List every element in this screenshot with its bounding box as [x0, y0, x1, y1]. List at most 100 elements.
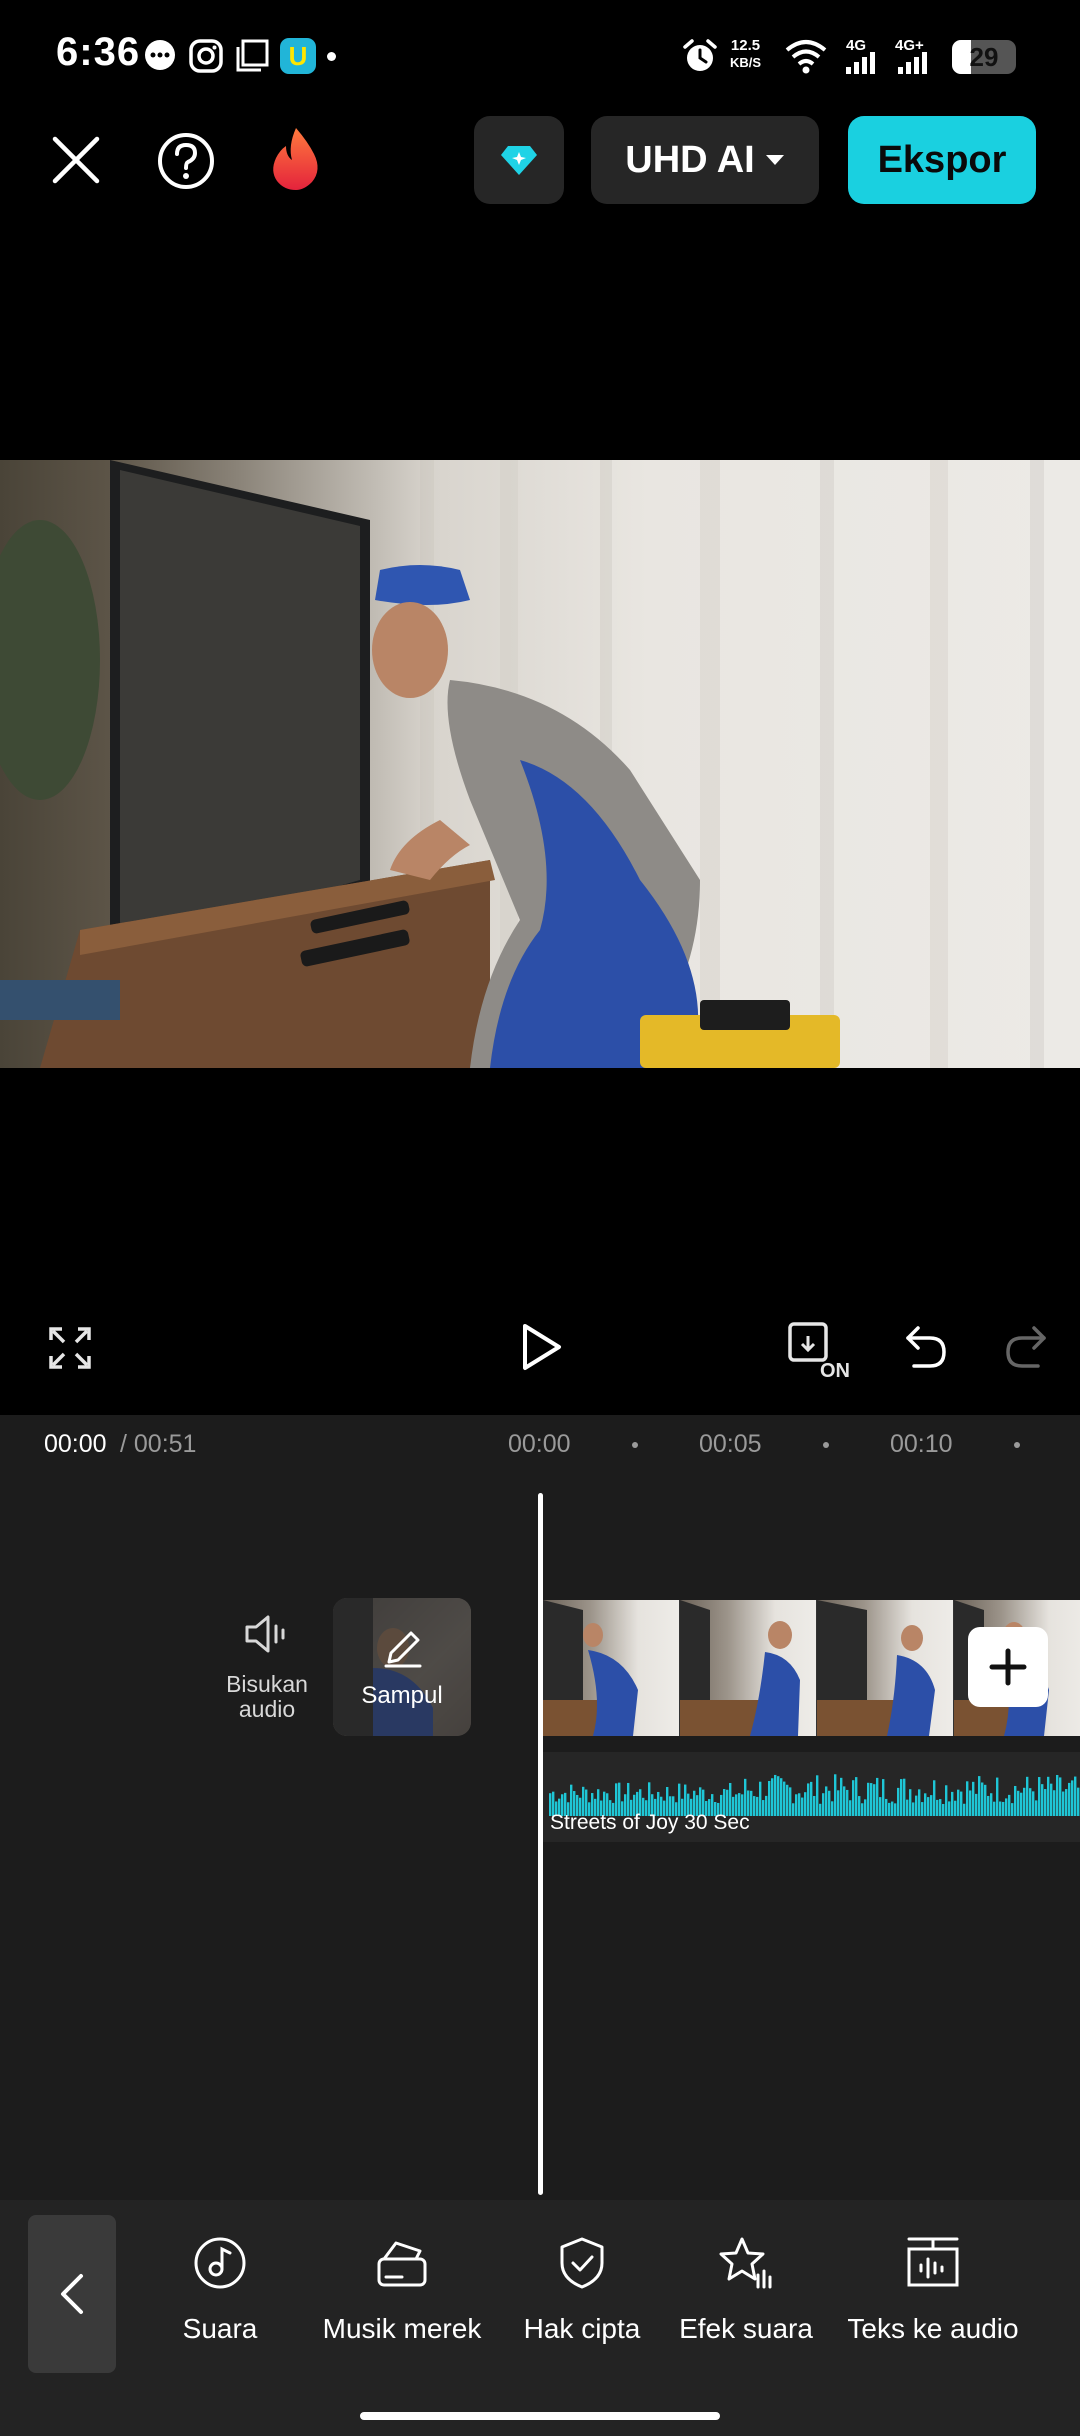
waveform-bar	[780, 1778, 783, 1816]
waveform-bar	[1041, 1784, 1044, 1816]
playhead[interactable]	[538, 1493, 543, 2195]
tool-musik-merek-label: Musik merek	[322, 2313, 482, 2344]
waveform-bar	[936, 1799, 939, 1816]
svg-text:ON: ON	[820, 1360, 850, 1380]
waveform-bar	[957, 1789, 960, 1816]
preview-quality-on-icon[interactable]: ON	[786, 1320, 850, 1380]
waveform-bar	[1011, 1803, 1014, 1816]
waveform-bar	[1026, 1776, 1029, 1816]
waveform-bar	[1062, 1791, 1065, 1816]
waveform-bar	[804, 1792, 807, 1816]
waveform-bar	[777, 1776, 780, 1816]
premium-button[interactable]	[474, 116, 564, 204]
text-to-audio-icon	[907, 2237, 959, 2287]
back-button[interactable]	[28, 2215, 116, 2373]
video-preview[interactable]	[0, 460, 1080, 1068]
waveform-bar	[951, 1791, 954, 1816]
tool-teks-ke-audio-label: Teks ke audio	[847, 2313, 1019, 2344]
chat-notification-icon	[145, 40, 175, 70]
waveform-bar	[858, 1796, 861, 1816]
waveform-bar	[990, 1793, 993, 1816]
battery-level: 29	[969, 42, 999, 72]
waveform-bar	[1038, 1777, 1041, 1816]
undo-icon[interactable]	[904, 1322, 948, 1370]
status-bar: 6:36 U 12.5 KB/S 4G 4G+ 29	[0, 0, 1080, 115]
tool-teks-ke-audio[interactable]: Teks ke audio	[838, 2235, 1028, 2345]
gallery-notification-icon	[236, 39, 269, 72]
waveform-bar	[1002, 1801, 1005, 1816]
signal-strength-1-icon	[846, 52, 875, 74]
waveform-bar	[1020, 1792, 1023, 1816]
help-icon[interactable]	[156, 131, 216, 191]
add-clip-button[interactable]	[968, 1627, 1048, 1707]
waveform-bar	[930, 1795, 933, 1816]
waveform-bar	[810, 1781, 813, 1816]
waveform-bar	[867, 1782, 870, 1816]
waveform-bar	[849, 1800, 852, 1816]
waveform-bar	[819, 1803, 822, 1816]
waveform-bar	[1035, 1800, 1038, 1816]
shield-check-icon	[560, 2237, 604, 2289]
waveform-bar	[894, 1803, 897, 1816]
network-speed-unit: KB/S	[730, 55, 762, 70]
waveform-bar	[945, 1785, 948, 1816]
waveform-bar	[1059, 1777, 1062, 1816]
waveform-bar	[999, 1801, 1002, 1816]
music-note-icon	[194, 2237, 246, 2289]
export-button[interactable]: Ekspor	[848, 116, 1036, 204]
waveform-bar	[963, 1803, 966, 1816]
cover-button[interactable]: Sampul	[333, 1598, 471, 1736]
sound-effect-star-icon	[719, 2237, 772, 2289]
waveform-bar	[774, 1774, 777, 1816]
play-icon[interactable]	[520, 1322, 564, 1372]
waveform-bar	[783, 1781, 786, 1816]
waveform-bar	[954, 1800, 957, 1816]
waveform-bar	[966, 1781, 969, 1816]
waveform-bar	[912, 1802, 915, 1816]
tool-efek-suara[interactable]: Efek suara	[672, 2235, 820, 2345]
waveform-bar	[1068, 1782, 1071, 1816]
quality-selector-button[interactable]: UHD AI	[591, 116, 819, 204]
close-icon[interactable]	[50, 134, 102, 186]
instagram-icon	[189, 39, 223, 73]
waveform-bar	[1014, 1785, 1017, 1816]
total-duration: / 00:51	[120, 1430, 197, 1458]
waveform-bar	[1071, 1780, 1074, 1816]
waveform-bar	[942, 1803, 945, 1816]
waveform-bar	[855, 1777, 858, 1816]
tool-hak-cipta[interactable]: Hak cipta	[512, 2235, 652, 2345]
ruler-label: 00:00	[508, 1430, 571, 1458]
video-clip-frame	[817, 1600, 954, 1736]
clip-frame-image	[680, 1600, 800, 1736]
ruler-dot	[632, 1442, 638, 1448]
waveform-bar	[840, 1777, 843, 1816]
tool-musik-merek[interactable]: Musik merek	[312, 2235, 492, 2345]
waveform-bar	[1077, 1787, 1080, 1816]
chevron-down-icon	[765, 155, 784, 165]
wifi-icon	[785, 40, 827, 74]
app-notification-icon: U	[280, 38, 316, 74]
waveform-bar	[972, 1781, 975, 1816]
audio-track-name: Streets of Joy 30 Sec	[550, 1811, 750, 1834]
waveform-bar	[882, 1779, 885, 1816]
waveform-bar	[1056, 1774, 1059, 1816]
fire-icon[interactable]	[268, 126, 324, 192]
waveform-bar	[813, 1795, 816, 1816]
mute-audio-button[interactable]	[210, 1612, 324, 1656]
tool-suara[interactable]: Suara	[160, 2235, 280, 2345]
waveform-bar	[786, 1784, 789, 1816]
waveform-bar	[876, 1777, 879, 1816]
waveform-bar	[897, 1787, 900, 1816]
waveform-bar	[834, 1774, 837, 1816]
signal-strength-2-icon	[898, 52, 927, 74]
waveform-bar	[927, 1797, 930, 1816]
waveform-bar	[852, 1780, 855, 1816]
redo-icon[interactable]	[1004, 1322, 1048, 1370]
home-indicator[interactable]	[360, 2412, 720, 2420]
fullscreen-icon[interactable]	[48, 1326, 92, 1370]
waveform-bar	[759, 1781, 762, 1816]
waveform-bar	[750, 1790, 753, 1816]
chevron-left-icon	[61, 2274, 83, 2314]
waveform-bar	[816, 1775, 819, 1816]
waveform-bar	[1017, 1790, 1020, 1816]
